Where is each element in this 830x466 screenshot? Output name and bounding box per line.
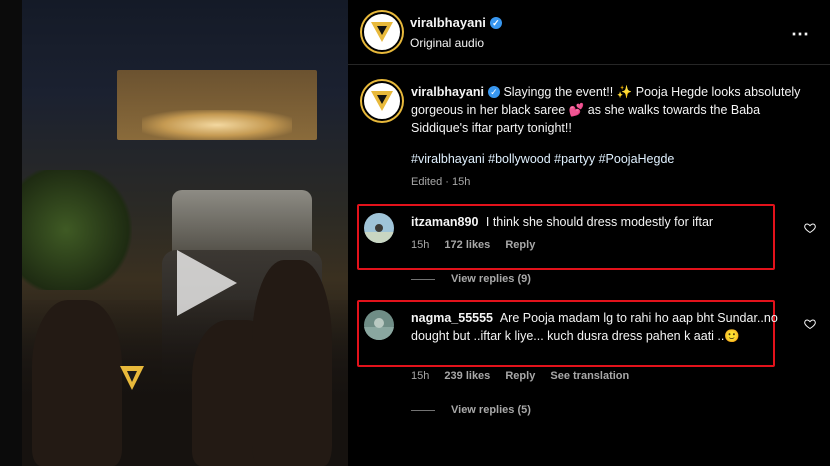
comment: itzaman890 I think she should dress mode… xyxy=(411,213,781,231)
watermark-logo-icon xyxy=(120,366,144,390)
comment-time: 15h xyxy=(411,239,430,251)
caption-username[interactable]: viralbhayani xyxy=(411,85,484,99)
brand-logo-icon xyxy=(371,22,393,42)
reply-button[interactable]: Reply xyxy=(505,239,535,251)
header-username[interactable]: viralbhayani ✓ xyxy=(410,15,502,30)
caption: viralbhayani ✓ Slayingg the event!! ✨ Poo… xyxy=(411,83,806,137)
caption-hashtags[interactable]: #viralbhayani #bollywood #partyy #PoojaH… xyxy=(411,152,674,166)
video-pane xyxy=(0,0,348,466)
view-replies[interactable]: View replies (9) xyxy=(411,273,531,285)
avatar-image-icon xyxy=(364,213,394,243)
more-options-icon[interactable]: ⋯ xyxy=(791,24,810,45)
caption-timestamp: Edited · 15h xyxy=(411,176,471,188)
post-header: viralbhayani ✓ Original audio ⋯ xyxy=(348,0,830,65)
comment-username[interactable]: nagma_55555 xyxy=(411,311,493,325)
caption-avatar[interactable] xyxy=(362,81,402,121)
reply-button[interactable]: Reply xyxy=(505,370,535,382)
comment-meta: 15h 239 likes Reply See translation xyxy=(411,370,641,382)
video-tree xyxy=(22,170,132,290)
video-person xyxy=(252,260,332,466)
comment-likes[interactable]: 172 likes xyxy=(444,239,490,251)
heart-icon[interactable] xyxy=(804,318,816,330)
divider xyxy=(411,278,435,280)
divider xyxy=(411,409,435,411)
header-username-text[interactable]: viralbhayani xyxy=(410,15,486,30)
comment-likes[interactable]: 239 likes xyxy=(444,370,490,382)
view-replies-label[interactable]: View replies (9) xyxy=(451,273,531,285)
post-panel: viralbhayani ✓ Original audio ⋯ viralbhay… xyxy=(348,0,830,466)
see-translation-button[interactable]: See translation xyxy=(550,370,629,382)
avatar-image-icon xyxy=(364,310,394,340)
play-icon[interactable] xyxy=(177,250,237,316)
comment: nagma_55555 Are Pooja madam lg to rahi h… xyxy=(411,309,781,345)
video-lights xyxy=(142,110,292,140)
verified-badge-icon: ✓ xyxy=(487,86,500,98)
comment-username[interactable]: itzaman890 xyxy=(411,215,478,229)
verified-badge-icon: ✓ xyxy=(489,17,502,29)
comment-avatar[interactable] xyxy=(364,310,394,340)
video-person xyxy=(32,300,122,466)
view-replies[interactable]: View replies (5) xyxy=(411,404,531,416)
comment-body: I think she should dress modestly for if… xyxy=(485,215,714,229)
reel-video[interactable] xyxy=(22,0,348,466)
heart-icon[interactable] xyxy=(804,222,816,234)
comment-time: 15h xyxy=(411,370,430,382)
view-replies-label[interactable]: View replies (5) xyxy=(451,404,531,416)
comment-avatar[interactable] xyxy=(364,213,394,243)
audio-label[interactable]: Original audio xyxy=(410,36,484,50)
brand-logo-icon xyxy=(371,91,393,111)
avatar[interactable] xyxy=(362,12,402,52)
comment-meta: 15h 172 likes Reply xyxy=(411,239,547,251)
